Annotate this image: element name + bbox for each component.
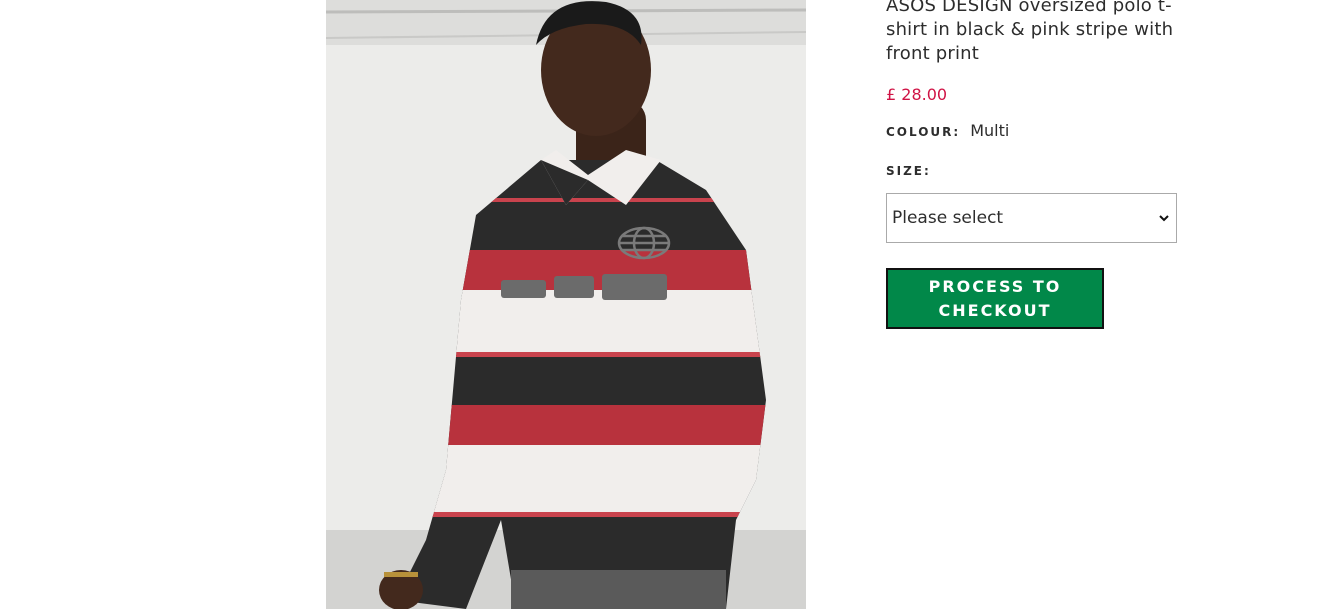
chevron-down-icon: [1159, 215, 1169, 222]
checkout-button[interactable]: PROCESS TO CHECKOUT: [886, 268, 1104, 329]
size-select-value: Please select: [892, 208, 1004, 228]
colour-value: Multi: [970, 121, 1010, 140]
product-price: £ 28.00: [886, 85, 948, 104]
product-title: ASOS DESIGN oversized polo t-shirt in bl…: [886, 0, 1174, 64]
product-image: [326, 0, 806, 609]
colour-label: COLOUR:: [886, 125, 961, 139]
colour-row: COLOUR: Multi: [886, 121, 1009, 140]
size-label: SIZE:: [886, 164, 931, 178]
size-select[interactable]: Please select: [886, 193, 1177, 243]
